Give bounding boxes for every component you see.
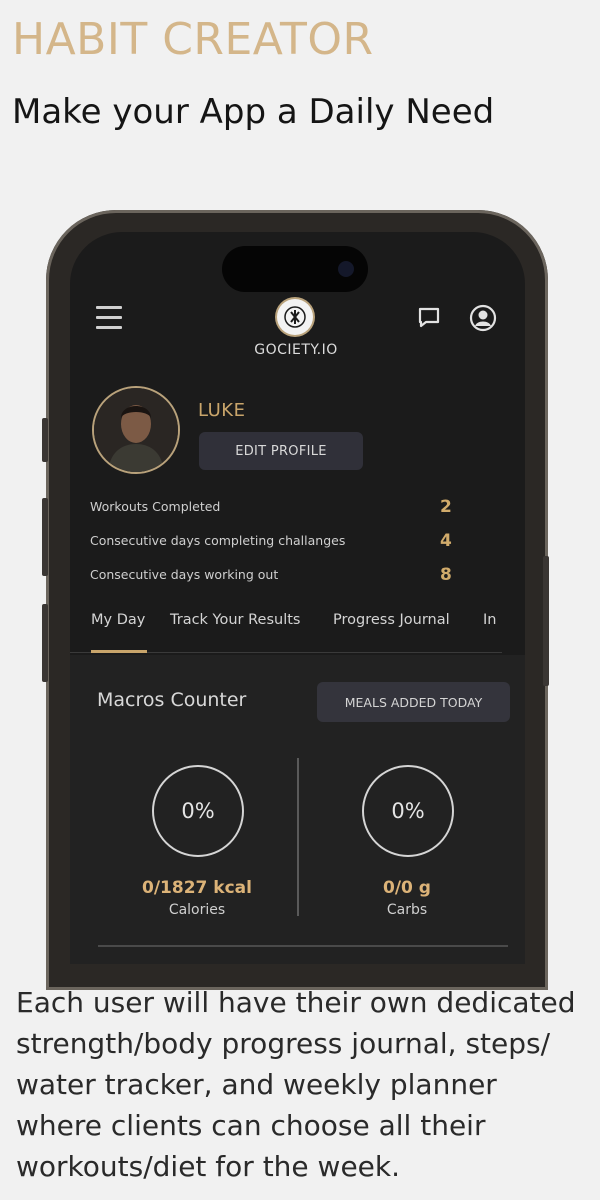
phone-side-button (543, 556, 549, 686)
active-tab-indicator (91, 650, 147, 653)
stat-label: Workouts Completed (90, 499, 221, 514)
phone-side-button (42, 498, 48, 576)
tab-overflow[interactable]: In (483, 612, 502, 628)
phone-side-button (42, 418, 48, 462)
tab-my-day[interactable]: My Day (91, 612, 145, 628)
macros-title: Macros Counter (97, 689, 247, 711)
carbs-value: 0/0 g (383, 878, 431, 898)
chat-icon[interactable] (416, 305, 442, 335)
tab-progress-journal[interactable]: Progress Journal (333, 612, 450, 628)
dynamic-island (222, 246, 368, 292)
user-circle-icon[interactable] (469, 304, 497, 336)
page-subtitle: Make your App a Daily Need (12, 92, 495, 132)
stat-value: 2 (440, 497, 452, 517)
stat-value: 4 (440, 531, 452, 551)
profile-name: LUKE (198, 400, 246, 421)
meals-added-today-button[interactable]: MEALS ADDED TODAY (317, 682, 510, 722)
avatar (92, 386, 180, 474)
feature-description: Each user will have their own dedicated … (16, 986, 576, 1183)
macros-divider (297, 758, 299, 916)
edit-profile-button[interactable]: EDIT PROFILE (199, 432, 363, 470)
section-divider (98, 945, 508, 947)
tab-track-your-results[interactable]: Track Your Results (170, 612, 300, 628)
carbs-progress-ring: 0% (362, 765, 454, 857)
calories-value: 0/1827 kcal (142, 878, 252, 898)
carbs-label: Carbs (386, 902, 428, 918)
hamburger-icon[interactable] (96, 306, 122, 330)
page-title: HABIT CREATOR (12, 14, 374, 65)
calories-label: Calories (168, 902, 226, 918)
stat-value: 8 (440, 565, 452, 585)
camera-icon (338, 261, 354, 277)
brand-logo (277, 299, 313, 335)
user-portrait-icon (94, 388, 178, 472)
phone-side-button (42, 604, 48, 682)
brand-name: GOCIETY.IO (254, 342, 338, 358)
calories-progress-ring: 0% (152, 765, 244, 857)
stat-label: Consecutive days working out (90, 567, 279, 582)
logo-mark-icon (284, 306, 306, 328)
stat-label: Consecutive days completing challanges (90, 533, 346, 548)
